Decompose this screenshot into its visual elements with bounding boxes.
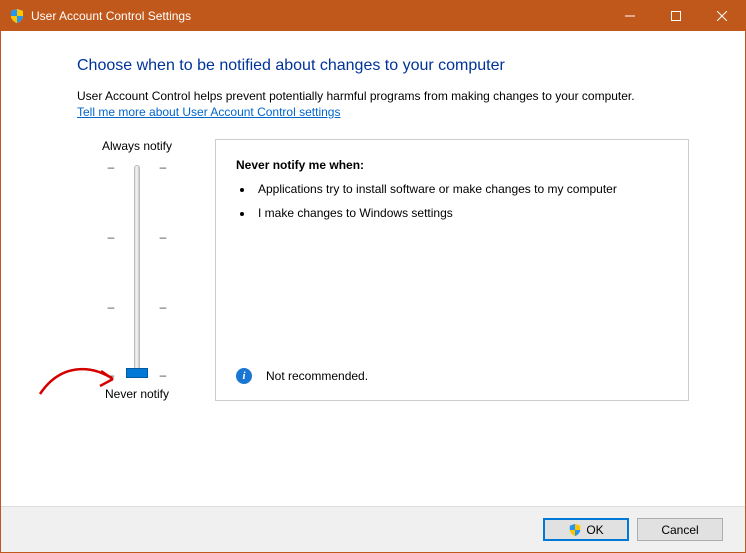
window-title: User Account Control Settings	[31, 9, 191, 23]
notification-slider[interactable]: –– –– –– ––	[107, 165, 167, 375]
content-area: Choose when to be notified about changes…	[1, 31, 745, 401]
slider-thumb[interactable]	[126, 368, 148, 378]
slider-tick: ––	[107, 161, 167, 173]
cancel-button-label: Cancel	[661, 523, 698, 537]
cancel-button[interactable]: Cancel	[637, 518, 723, 541]
minimize-button[interactable]	[607, 1, 653, 31]
info-icon: i	[236, 368, 252, 384]
slider-label-top: Always notify	[77, 139, 197, 153]
slider-track	[134, 165, 140, 375]
description-bullet: I make changes to Windows settings	[254, 206, 668, 220]
description-list: Applications try to install software or …	[254, 182, 668, 220]
slider-label-bottom: Never notify	[77, 387, 197, 401]
description-title: Never notify me when:	[236, 158, 668, 172]
maximize-button[interactable]	[653, 1, 699, 31]
help-link[interactable]: Tell me more about User Account Control …	[77, 105, 340, 119]
status-row: i Not recommended.	[236, 368, 368, 384]
description-bullet: Applications try to install software or …	[254, 182, 668, 196]
titlebar[interactable]: User Account Control Settings	[1, 1, 745, 31]
close-button[interactable]	[699, 1, 745, 31]
ok-button[interactable]: OK	[543, 518, 629, 541]
page-heading: Choose when to be notified about changes…	[77, 57, 689, 75]
description-panel: Never notify me when: Applications try t…	[215, 139, 689, 401]
uac-shield-icon	[9, 8, 25, 24]
slider-tick: ––	[107, 301, 167, 313]
status-text: Not recommended.	[266, 369, 368, 383]
page-subtext: User Account Control helps prevent poten…	[77, 89, 689, 103]
slider-column: Always notify –– –– –– –– Never notify	[77, 139, 197, 401]
slider-tick: ––	[107, 231, 167, 243]
footer: OK Cancel	[1, 506, 745, 552]
ok-button-label: OK	[586, 523, 603, 537]
uac-shield-icon	[568, 523, 582, 537]
